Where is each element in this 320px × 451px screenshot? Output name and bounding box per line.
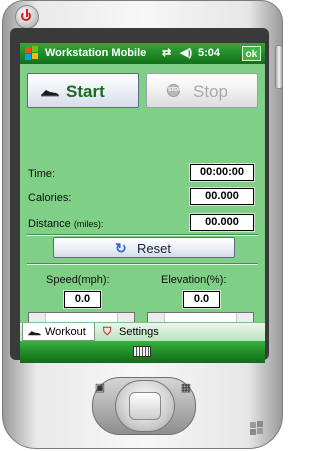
tab-workout[interactable]: Workout [22,323,95,341]
side-scroll-wheel[interactable] [275,45,283,89]
tab-bar: Workout ⛉ Settings [20,322,265,342]
screen: Workstation Mobile ⇄ ◀) 5:04 ok Start ST… [20,43,265,363]
tab-settings-label: Settings [119,326,159,338]
calories-label: Calories: [28,192,72,204]
clock[interactable]: 5:04 [198,47,220,59]
stop-icon: STOP [167,84,182,97]
menu-bar [20,341,265,363]
stop-button[interactable]: STOP Stop [146,73,258,108]
dpad-center-button[interactable] [129,392,161,420]
ok-button[interactable]: ok [242,46,261,61]
volume-icon[interactable]: ◀) [180,46,192,59]
elevation-label: Elevation(%): [161,274,227,286]
time-value: 00:00:00 [189,163,255,182]
start-button[interactable]: Start [27,73,139,108]
shield-icon: ⛉ [103,326,112,338]
start-label: Start [66,82,105,101]
calendar-key-icon[interactable]: ▦ [178,382,194,394]
contacts-key-icon[interactable]: ▣ [92,382,108,394]
distance-label: Distance (miles): [28,218,104,230]
shoe-icon [41,90,59,97]
time-label: Time: [28,168,56,180]
speed-label: Speed(mph): [46,274,110,286]
refresh-icon: ↻ [115,240,127,256]
title-bar: Workstation Mobile ⇄ ◀) 5:04 ok [20,43,265,64]
reset-label: Reset [137,241,171,256]
power-button[interactable] [15,5,39,29]
tab-workout-label: Workout [45,326,86,338]
distance-unit: (miles): [73,219,104,229]
signal-icon[interactable]: ⇄ [162,46,171,59]
elevation-value: 0.0 [182,290,221,309]
windows-start-icon[interactable] [25,46,40,61]
windows-key-icon[interactable] [250,421,266,435]
calories-value: 00.000 [189,187,255,206]
speed-value: 0.0 [63,290,102,309]
tab-settings[interactable]: ⛉ Settings [97,323,177,341]
distance-value: 00.000 [189,213,255,232]
reset-button[interactable]: ↻ Reset [53,237,235,258]
app-title: Workstation Mobile [45,47,147,59]
stop-label: Stop [193,82,228,101]
workout-panel: Start STOP Stop Time: 00:00:00 Calories:… [20,64,265,354]
keyboard-icon[interactable] [133,346,151,357]
shoe-icon [28,331,41,336]
